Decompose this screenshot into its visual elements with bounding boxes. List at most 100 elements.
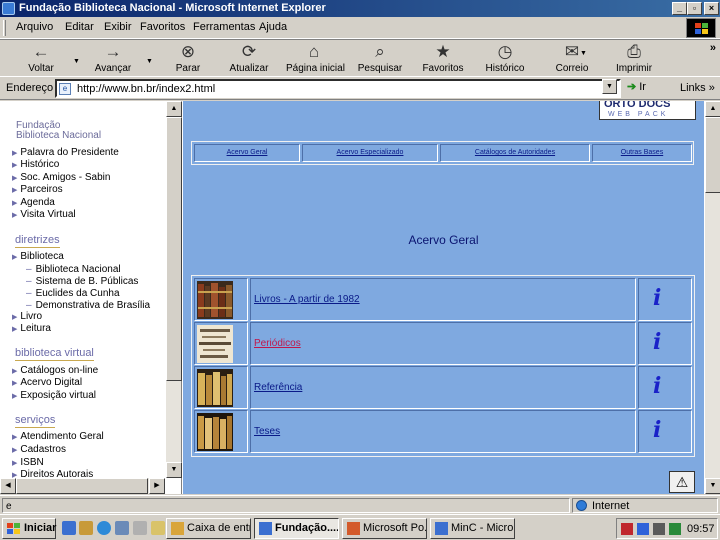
tray-antivirus-icon[interactable] bbox=[669, 523, 681, 535]
go-button[interactable]: ➔ Ir bbox=[627, 80, 646, 93]
toolbar-chevron-icon[interactable]: » bbox=[710, 42, 716, 54]
quicklaunch-desktop-icon[interactable] bbox=[115, 521, 129, 535]
main-frame-vscrollbar[interactable]: ▲ ▼ bbox=[704, 101, 720, 494]
home-button[interactable]: ⌂ Página inicial bbox=[286, 42, 345, 76]
quicklaunch-outlook-icon[interactable] bbox=[79, 521, 93, 535]
link-livros[interactable]: Livros - A partir de 1982 bbox=[254, 294, 360, 305]
nav-historico[interactable]: ▶ Histórico bbox=[12, 159, 59, 170]
tray-shield-icon[interactable] bbox=[621, 523, 633, 535]
link-teses[interactable]: Teses bbox=[254, 426, 280, 437]
print-button[interactable]: ⎙ Imprimir bbox=[609, 42, 659, 76]
collection-table: Livros - A partir de 1982 i Periódicos i… bbox=[191, 275, 695, 457]
address-dropdown-button[interactable]: ▼ bbox=[602, 79, 617, 94]
info-icon[interactable]: i bbox=[653, 417, 661, 443]
nav-atendimento-geral[interactable]: ▶ Atendimento Geral bbox=[12, 431, 104, 442]
left-frame-vscrollbar[interactable]: ▲ ▼ bbox=[165, 101, 182, 478]
favorites-button[interactable]: ★ Favoritos bbox=[418, 42, 468, 76]
address-bar: Endereço e http://www.bn.br/index2.html … bbox=[0, 77, 720, 100]
menubar-grip[interactable] bbox=[3, 20, 6, 36]
link-periodicos[interactable]: Periódicos bbox=[254, 338, 301, 349]
task-fundacao[interactable]: Fundação.... bbox=[254, 518, 339, 539]
nav-palavra-presidente[interactable]: ▶ Palavra do Presidente bbox=[12, 147, 119, 158]
nav-sub-euclides[interactable]: – Euclides da Cunha bbox=[26, 288, 120, 299]
books-thumbnail bbox=[197, 281, 233, 319]
mail-dropdown-icon[interactable]: ▼ bbox=[580, 50, 587, 57]
info-icon[interactable]: i bbox=[653, 373, 661, 399]
tray-speaker-icon[interactable] bbox=[653, 523, 665, 535]
back-arrow-icon: ← bbox=[32, 42, 50, 61]
menu-editar[interactable]: Editar bbox=[65, 21, 94, 33]
info-icon[interactable]: i bbox=[653, 329, 661, 355]
history-button[interactable]: ◷ Histórico bbox=[480, 42, 530, 76]
forward-dropdown-icon[interactable]: ▼ bbox=[146, 58, 153, 65]
close-button[interactable]: × bbox=[704, 2, 719, 15]
minimize-button[interactable]: _ bbox=[672, 2, 687, 15]
nav-leitura[interactable]: ▶ Leitura bbox=[12, 323, 51, 334]
refresh-label: Atualizar bbox=[229, 63, 269, 74]
forward-button[interactable]: → Avançar bbox=[88, 42, 138, 76]
nav-livro[interactable]: ▶ Livro bbox=[12, 311, 42, 322]
ie-app-icon[interactable] bbox=[2, 2, 15, 15]
task-caixa-de-entrada[interactable]: Caixa de entr... bbox=[166, 518, 251, 539]
links-button[interactable]: Links » bbox=[680, 82, 715, 94]
nav-cadastros[interactable]: ▶ Cadastros bbox=[12, 444, 66, 455]
main-scroll-thumb[interactable] bbox=[705, 117, 720, 193]
nav-sub-sistema-bp[interactable]: – Sistema de B. Públicas bbox=[26, 276, 138, 287]
nav-exposicao-virtual[interactable]: ▶ Exposição virtual bbox=[12, 390, 96, 401]
tray-network-icon[interactable] bbox=[637, 523, 649, 535]
nav-soc-amigos[interactable]: ▶ Soc. Amigos - Sabin bbox=[12, 172, 110, 183]
left-hscroll-thumb[interactable] bbox=[16, 478, 148, 494]
quicklaunch-ie-icon[interactable] bbox=[62, 521, 76, 535]
task-microsoft-powerpoint[interactable]: Microsoft Po... bbox=[342, 518, 427, 539]
quicklaunch-browser-icon[interactable] bbox=[97, 521, 111, 535]
address-input[interactable]: e http://www.bn.br/index2.html bbox=[55, 79, 621, 98]
nav-link-outras-bases[interactable]: Outras Bases bbox=[592, 144, 692, 162]
left-frame-hscrollbar[interactable]: ◀ ▶ bbox=[0, 478, 165, 494]
search-button[interactable]: ⌕ Pesquisar bbox=[355, 42, 405, 76]
window-title: Fundação Biblioteca Nacional - Microsoft… bbox=[19, 2, 326, 14]
nav-acervo-digital[interactable]: ▶ Acervo Digital bbox=[12, 377, 82, 388]
nav-link-acervo-especializado[interactable]: Acervo Especializado bbox=[302, 144, 438, 162]
left-scroll-left-button[interactable]: ◀ bbox=[0, 478, 16, 494]
start-label: Iniciar bbox=[24, 522, 57, 534]
mail-button[interactable]: ✉ Correio bbox=[547, 42, 597, 76]
menu-exibir[interactable]: Exibir bbox=[104, 21, 132, 33]
info-icon[interactable]: i bbox=[653, 285, 661, 311]
menu-favoritos[interactable]: Favoritos bbox=[140, 21, 185, 33]
quicklaunch-tool-icon[interactable] bbox=[133, 521, 147, 535]
warning-sign-icon[interactable]: ⚠ bbox=[669, 471, 695, 493]
address-url[interactable]: http://www.bn.br/index2.html bbox=[77, 83, 215, 95]
logo-text-bottom: WEB PACK bbox=[608, 111, 669, 118]
back-button[interactable]: ← Voltar bbox=[16, 42, 66, 76]
nav-sub-biblioteca-nacional[interactable]: – Biblioteca Nacional bbox=[26, 264, 121, 275]
main-scroll-up-button[interactable]: ▲ bbox=[705, 101, 720, 117]
menu-ajuda[interactable]: Ajuda bbox=[259, 21, 287, 33]
task-minc[interactable]: MinC - Micro... bbox=[430, 518, 515, 539]
maximize-button[interactable]: ▫ bbox=[687, 2, 702, 15]
refresh-button[interactable]: ⟳ Atualizar bbox=[224, 42, 274, 76]
nav-isbn[interactable]: ▶ ISBN bbox=[12, 457, 44, 468]
back-dropdown-icon[interactable]: ▼ bbox=[73, 58, 80, 65]
start-button[interactable]: Iniciar bbox=[2, 518, 56, 539]
nav-link-acervo-geral[interactable]: Acervo Geral bbox=[194, 144, 300, 162]
left-scroll-thumb[interactable] bbox=[166, 117, 182, 381]
menu-ferramentas[interactable]: Ferramentas bbox=[193, 21, 255, 33]
browser-viewport: Fundação Biblioteca Nacional ▶ Palavra do… bbox=[0, 101, 720, 494]
nav-agenda[interactable]: ▶ Agenda bbox=[12, 197, 55, 208]
left-scroll-up-button[interactable]: ▲ bbox=[166, 101, 182, 117]
main-scroll-down-button[interactable]: ▼ bbox=[705, 478, 720, 494]
left-scroll-right-button[interactable]: ▶ bbox=[149, 478, 165, 494]
nav-catalogos-online[interactable]: ▶ Catálogos on-line bbox=[12, 365, 98, 376]
clock[interactable]: 09:57 bbox=[687, 523, 715, 535]
stop-button[interactable]: ⊗ Parar bbox=[163, 42, 213, 76]
nav-parceiros[interactable]: ▶ Parceiros bbox=[12, 184, 63, 195]
nav-sub-demonstrativa[interactable]: – Demonstrativa de Brasília bbox=[26, 300, 150, 311]
table-row: Periódicos i bbox=[194, 322, 692, 366]
nav-biblioteca[interactable]: ▶ Biblioteca bbox=[12, 251, 64, 262]
menu-arquivo[interactable]: Arquivo bbox=[16, 21, 53, 33]
left-scroll-down-button[interactable]: ▼ bbox=[166, 462, 182, 478]
quicklaunch-folder-icon[interactable] bbox=[151, 521, 165, 535]
nav-visita-virtual[interactable]: ▶ Visita Virtual bbox=[12, 209, 76, 220]
nav-link-catalogos-autoridades[interactable]: Catálogos de Autoridades bbox=[440, 144, 590, 162]
link-referencia[interactable]: Referência bbox=[254, 382, 302, 393]
